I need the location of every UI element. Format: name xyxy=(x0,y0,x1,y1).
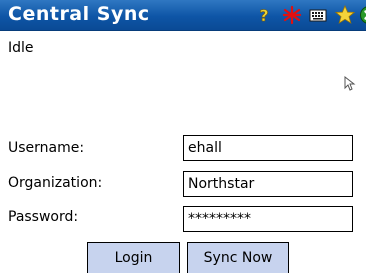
password-label: Password: xyxy=(8,209,79,225)
status-text: Idle xyxy=(8,40,34,56)
star-icon[interactable] xyxy=(335,5,355,25)
title-bar: Central Sync ? xyxy=(0,0,366,31)
organization-field[interactable]: Northstar xyxy=(183,171,353,197)
username-field[interactable]: ehall xyxy=(183,135,353,161)
password-field[interactable]: ********* xyxy=(183,206,353,232)
connectivity-icon[interactable] xyxy=(282,5,302,25)
organization-label: Organization: xyxy=(8,175,103,191)
sync-now-button[interactable]: Sync Now xyxy=(187,242,289,273)
close-icon[interactable] xyxy=(359,5,366,25)
help-icon[interactable]: ? xyxy=(254,5,274,25)
svg-text:?: ? xyxy=(259,6,268,25)
mouse-pointer-icon xyxy=(344,76,356,91)
login-button[interactable]: Login xyxy=(87,242,180,273)
app-title: Central Sync xyxy=(8,3,150,25)
input-panel-icon[interactable] xyxy=(308,5,328,25)
username-label: Username: xyxy=(8,140,85,156)
